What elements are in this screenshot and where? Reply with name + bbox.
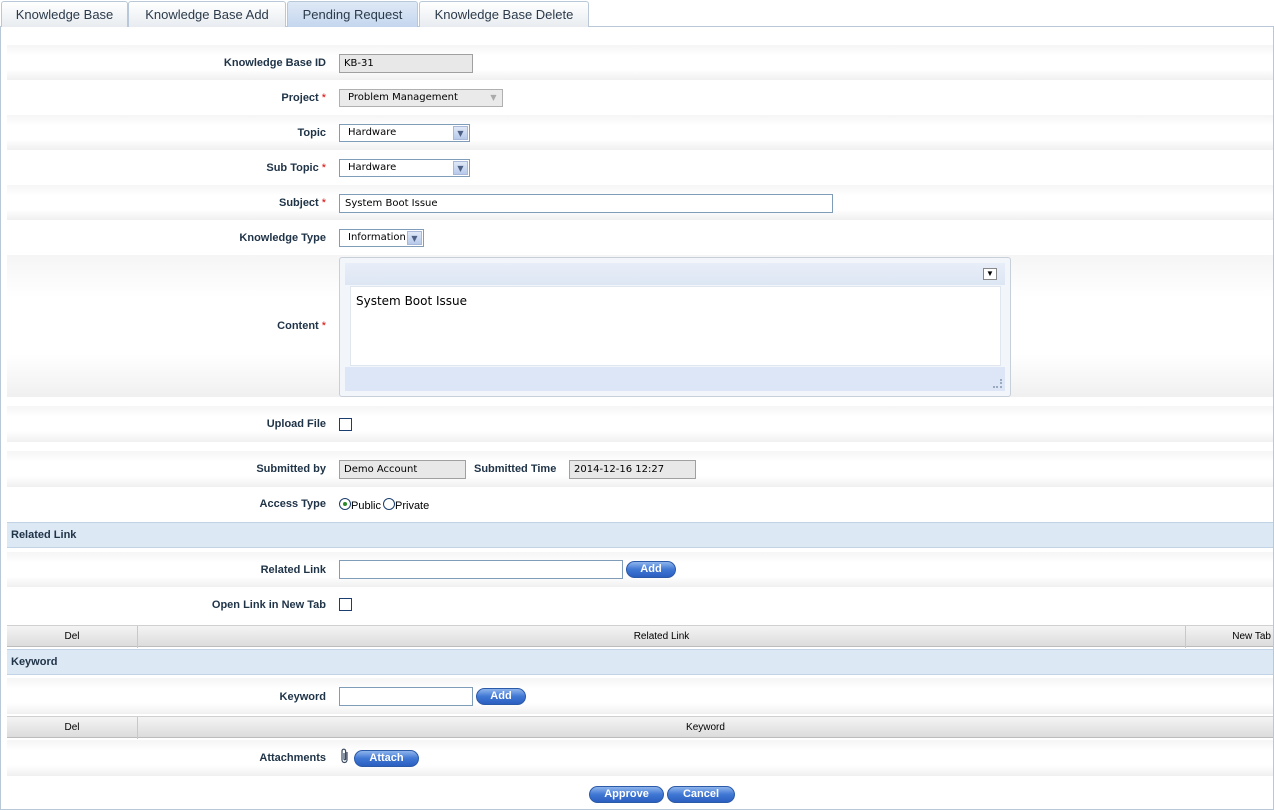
cancel-button[interactable]: Cancel bbox=[667, 786, 735, 803]
chevron-down-icon: ▼ bbox=[407, 231, 422, 245]
chevron-down-icon: ▼ bbox=[453, 161, 468, 175]
content-label: Content * bbox=[277, 320, 326, 332]
add-keyword-button[interactable]: Add bbox=[476, 688, 526, 705]
ktype-value: Information bbox=[348, 232, 406, 243]
attachments-label: Attachments bbox=[259, 752, 326, 764]
keyword-section-header: Keyword bbox=[7, 649, 1273, 675]
column-header-del[interactable]: Del bbox=[7, 626, 138, 648]
row-access: Access Type bbox=[7, 487, 1273, 522]
kb-id-label: Knowledge Base ID bbox=[223, 57, 326, 69]
submitted-by-label: Submitted by bbox=[256, 463, 326, 475]
subtopic-select[interactable]: Hardware ▼ bbox=[339, 159, 470, 177]
kb-id-field: KB-31 bbox=[339, 54, 473, 73]
attach-button[interactable]: Attach bbox=[354, 750, 419, 767]
access-public-label: Public bbox=[351, 500, 381, 512]
subject-input[interactable]: System Boot Issue bbox=[339, 194, 833, 213]
topic-select[interactable]: Hardware ▼ bbox=[339, 124, 470, 142]
topic-label: Topic bbox=[297, 127, 326, 139]
tab-knowledge-base-delete[interactable]: Knowledge Base Delete bbox=[419, 1, 589, 27]
subject-label: Subject * bbox=[278, 197, 326, 209]
tab-pending-request[interactable]: Pending Request bbox=[287, 1, 418, 27]
row-attachments: Attachments bbox=[7, 740, 1273, 776]
access-public-radio[interactable] bbox=[339, 498, 351, 510]
resize-handle-icon[interactable] bbox=[993, 379, 1002, 388]
access-private-radio[interactable] bbox=[383, 498, 395, 510]
required-mark: * bbox=[321, 162, 326, 174]
chevron-down-icon: ▼ bbox=[486, 91, 501, 105]
column-header-related-link[interactable]: Related Link bbox=[138, 626, 1186, 648]
new-tab-label: Open Link in New Tab bbox=[211, 599, 326, 611]
tab-bar: Knowledge Base Knowledge Base Add Pendin… bbox=[0, 0, 1274, 27]
related-link-table-header: Del Related Link New Tab bbox=[7, 625, 1273, 648]
column-header-del[interactable]: Del bbox=[7, 717, 138, 739]
column-header-keyword[interactable]: Keyword bbox=[138, 717, 1273, 739]
project-select[interactable]: Problem Management ▼ bbox=[339, 89, 503, 107]
column-header-new-tab[interactable]: New Tab bbox=[1186, 626, 1273, 648]
editor-footer bbox=[345, 367, 1005, 391]
keyword-label: Keyword bbox=[279, 691, 326, 703]
required-mark: * bbox=[321, 197, 326, 209]
row-new-tab: Open Link in New Tab bbox=[7, 587, 1273, 623]
content-editor: ▼ System Boot Issue bbox=[339, 257, 1011, 397]
topic-value: Hardware bbox=[348, 127, 397, 138]
tab-knowledge-base[interactable]: Knowledge Base bbox=[1, 1, 128, 27]
related-link-label: Related Link bbox=[260, 564, 326, 576]
required-mark: * bbox=[321, 320, 326, 332]
access-label: Access Type bbox=[259, 498, 326, 510]
related-link-section-header: Related Link bbox=[7, 522, 1273, 548]
paperclip-icon bbox=[340, 748, 350, 767]
ktype-select[interactable]: Information ▼ bbox=[339, 229, 424, 247]
subtopic-label: Sub Topic * bbox=[266, 162, 326, 174]
editor-toolbar: ▼ bbox=[345, 263, 1005, 285]
row-ktype: Knowledge Type bbox=[7, 220, 1273, 255]
keyword-input[interactable] bbox=[339, 687, 473, 706]
submitted-by-field: Demo Account bbox=[339, 460, 466, 479]
required-mark: * bbox=[321, 92, 326, 104]
project-label: Project * bbox=[281, 92, 326, 104]
keyword-table-header: Del Keyword bbox=[7, 716, 1273, 739]
submitted-time-label: Submitted Time bbox=[474, 463, 557, 475]
row-subtopic: Sub Topic * bbox=[7, 150, 1273, 185]
upload-label: Upload File bbox=[266, 418, 326, 430]
access-private-label: Private bbox=[395, 500, 430, 512]
row-kb-id: Knowledge Base ID bbox=[7, 45, 1273, 80]
ktype-label: Knowledge Type bbox=[239, 232, 326, 244]
project-value: Problem Management bbox=[348, 92, 458, 103]
submitted-time-field: 2014-12-16 12:27 bbox=[569, 460, 696, 479]
chevron-down-icon: ▼ bbox=[453, 126, 468, 140]
row-upload: Upload File bbox=[7, 406, 1273, 442]
row-project: Project * bbox=[7, 80, 1273, 115]
approve-button[interactable]: Approve bbox=[589, 786, 664, 803]
new-tab-checkbox[interactable] bbox=[339, 598, 352, 611]
related-link-input[interactable] bbox=[339, 560, 623, 579]
tab-knowledge-base-add[interactable]: Knowledge Base Add bbox=[128, 1, 286, 27]
content-textarea[interactable]: System Boot Issue bbox=[350, 286, 1001, 366]
subtopic-value: Hardware bbox=[348, 162, 397, 173]
row-keyword: Keyword bbox=[7, 678, 1273, 714]
toolbar-dropdown-icon[interactable]: ▼ bbox=[983, 268, 997, 280]
upload-checkbox[interactable] bbox=[339, 418, 352, 431]
row-topic: Topic bbox=[7, 115, 1273, 150]
add-related-link-button[interactable]: Add bbox=[626, 561, 676, 578]
